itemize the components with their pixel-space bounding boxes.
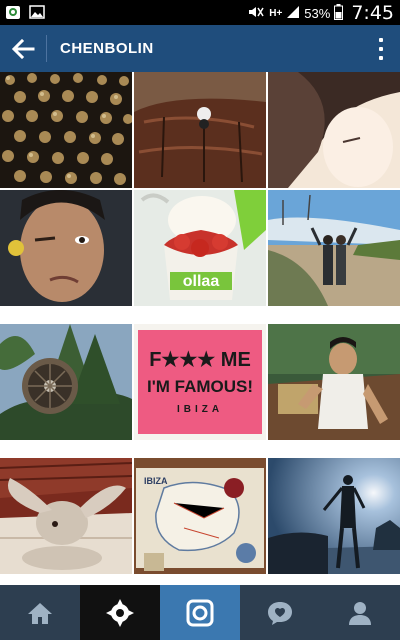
tab-activity[interactable] (240, 585, 320, 640)
person-icon (349, 601, 371, 625)
image-icon (28, 3, 46, 21)
app-bar-divider (46, 35, 47, 62)
photo-frozen-yogurt[interactable]: ollaa (134, 190, 266, 306)
explore-icon (106, 598, 134, 627)
arrow-left-icon (11, 38, 35, 59)
camera-icon (186, 599, 214, 626)
photo-fan-trees[interactable] (0, 324, 132, 440)
status-bar: H+ 53% 7:45 (0, 0, 400, 25)
yogurt-cup-logo: ollaa (183, 273, 220, 290)
shirt-text-line3: IBIZA (177, 404, 223, 415)
shirt-text-line2: I'M FAMOUS! (147, 377, 253, 396)
tab-home[interactable] (0, 585, 80, 640)
photo-sunset-silhouette[interactable] (268, 458, 400, 574)
photo-couple-road[interactable] (268, 190, 400, 306)
tab-camera[interactable] (160, 585, 240, 640)
page-title: CHENBOLIN (60, 40, 154, 57)
app-bar: CHENBOLIN (0, 25, 400, 72)
back-button[interactable] (0, 25, 46, 72)
network-type: H+ (269, 7, 283, 19)
photo-leather-couch[interactable] (134, 72, 266, 188)
photo-selfie-wink[interactable] (0, 190, 132, 306)
speech-bubble-icon (268, 601, 292, 625)
shirt-text-line1: F★★★ ME (149, 349, 251, 371)
photo-anime-girl[interactable] (268, 72, 400, 188)
android-icon (4, 3, 22, 21)
photo-man-tanktop[interactable] (268, 324, 400, 440)
clock: 7:45 (351, 2, 394, 24)
battery-icon (334, 3, 344, 23)
home-icon (28, 602, 52, 624)
mute-icon (247, 5, 265, 22)
overflow-menu-button[interactable] (376, 35, 386, 62)
photo-studded-leather[interactable] (0, 72, 132, 188)
photo-rabbit[interactable] (0, 458, 132, 574)
signal-icon (286, 5, 300, 22)
tab-profile[interactable] (320, 585, 400, 640)
photo-pink-shirt[interactable]: F★★★ ME I'M FAMOUS! IBIZA (134, 324, 266, 440)
photo-grid: ollaa F★★★ ME I'M FAMOUS! IBIZA IBIZA (0, 72, 400, 585)
battery-percentage: 53% (304, 5, 331, 21)
photo-ibiza-map[interactable]: IBIZA (134, 458, 266, 574)
bottom-tab-bar (0, 585, 400, 640)
tab-explore[interactable] (80, 585, 160, 640)
map-label: IBIZA (144, 476, 168, 486)
overflow-menu-icon (379, 37, 383, 42)
